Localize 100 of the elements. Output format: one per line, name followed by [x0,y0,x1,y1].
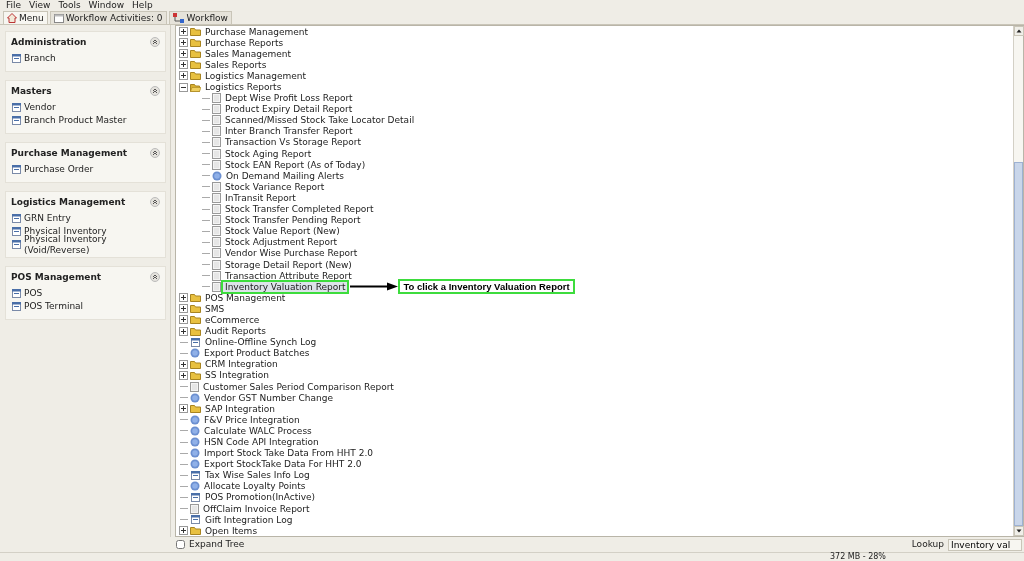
tree-item[interactable]: Stock Transfer Pending Report [223,215,363,226]
scroll-down-icon[interactable] [1014,526,1024,536]
tab[interactable]: Workflow [168,11,232,24]
section-title: Administration [11,36,87,48]
tree-item[interactable]: Audit Reports [203,326,268,337]
expand-icon[interactable] [179,49,188,59]
expand-icon[interactable] [179,359,188,369]
collapse-icon[interactable] [150,148,160,158]
tree-item[interactable]: Sales Management [203,48,294,59]
menu-link[interactable]: Purchase Order [24,164,94,175]
tree-item[interactable]: Export StockTake Data For HHT 2.0 [202,459,364,470]
menu-item[interactable]: Help [128,0,157,11]
folder-icon [190,326,201,336]
menu-link[interactable]: Physical Inventory [24,226,107,237]
tree-item[interactable]: Vendor Wise Purchase Report [223,248,360,259]
expand-tree-checkbox[interactable] [176,540,185,549]
tree-item[interactable]: Export Product Batches [202,348,312,359]
tree-item[interactable]: Dept Wise Profit Loss Report [223,93,355,104]
tree-item[interactable]: SMS [203,303,227,314]
tree-item[interactable]: Purchase Management [203,26,311,37]
tree-item[interactable]: Logistics Reports [203,82,284,92]
tree-item[interactable]: Product Expiry Detail Report [223,104,355,115]
tree-item[interactable]: POS Promotion(InActive) [203,492,318,503]
tree-item[interactable]: InTransit Report [223,192,298,203]
tree-item[interactable]: Transaction Attribute Report [223,270,354,281]
document-icon [212,181,221,192]
tree-item[interactable]: Storage Detail Report (New) [223,259,354,270]
tree-item[interactable]: Gift Integration Log [203,514,295,525]
tree-item[interactable]: SAP Integration [203,403,277,414]
menu-item[interactable]: File [2,0,26,11]
tree-item[interactable]: CRM Integration [203,359,280,370]
menu-item[interactable]: Window [84,0,129,11]
tree-item[interactable]: Stock EAN Report (As of Today) [223,159,368,170]
home-icon [7,13,17,23]
document-icon [212,137,221,148]
tree-item[interactable]: Allocate Loyalty Points [202,481,308,492]
tree-item[interactable]: Stock Aging Report [223,148,314,159]
menu-link[interactable]: Branch Product Master [24,115,127,126]
tab[interactable]: Menu [3,11,48,24]
tree-item[interactable]: Vendor GST Number Change [202,392,335,403]
tree-item[interactable]: Logistics Management [203,70,309,81]
collapse-icon[interactable] [179,82,188,92]
document-icon [190,503,199,514]
menu-item[interactable]: Tools [54,0,85,11]
collapse-icon[interactable] [150,86,160,96]
expand-icon[interactable] [179,293,188,303]
workflow-icon [172,13,185,23]
menu-link[interactable]: POS Terminal [24,301,84,312]
expand-icon[interactable] [179,370,188,380]
expand-icon[interactable] [179,60,188,70]
expand-icon[interactable] [179,27,188,37]
tree-item[interactable]: Online-Offline Synch Log [203,337,319,348]
tree-item[interactable]: POS Management [203,292,288,303]
window-icon [11,164,22,175]
tree-item[interactable]: Open Items [203,525,260,536]
scroll-up-icon[interactable] [1014,26,1024,36]
tree-item[interactable]: OffClaim Invoice Report [201,503,312,514]
callout-label: To click a Inventory Valuation Report [398,279,575,295]
tree-item[interactable]: Tax Wise Sales Info Log [203,470,312,481]
scrollbar[interactable] [1013,26,1023,536]
menu-item[interactable]: View [25,0,55,11]
document-icon [212,204,221,215]
tree-item[interactable]: HSN Code API Integration [202,437,321,447]
tree-item[interactable]: eCommerce [203,315,262,325]
tree-item[interactable]: F&V Price Integration [202,414,302,425]
tree-item[interactable]: Stock Adjustment Report [223,237,340,248]
menu-link[interactable]: Vendor [24,102,56,113]
expand-icon[interactable] [179,315,188,325]
tree-item[interactable]: Inventory Valuation Report [223,281,348,292]
tree-item[interactable]: Stock Value Report (New) [223,226,342,237]
menu-link[interactable]: POS [24,288,43,299]
tree-item[interactable]: Sales Reports [203,59,269,70]
expand-icon[interactable] [179,304,188,314]
tree-item[interactable]: Customer Sales Period Comparison Report [201,381,396,392]
tree-item[interactable]: Purchase Reports [203,37,286,48]
expand-icon[interactable] [179,404,188,414]
tree-item[interactable]: Transaction Vs Storage Report [223,137,363,148]
tree-item[interactable]: Stock Transfer Completed Report [223,204,376,215]
folder-icon [190,82,201,92]
window-icon [11,301,22,312]
menu-link[interactable]: Branch [24,53,56,64]
expand-icon[interactable] [179,326,188,336]
expand-icon[interactable] [179,38,188,48]
tree-item[interactable]: Stock Variance Report [223,181,327,192]
expand-icon[interactable] [179,526,188,536]
tree-item[interactable]: SS Integration [203,370,271,381]
lookup-field[interactable]: Inventory val [948,538,1022,551]
scroll-thumb[interactable] [1014,162,1023,526]
tree-item[interactable]: Scanned/Missed Stock Take Locator Detail [223,115,417,126]
collapse-icon[interactable] [150,272,160,282]
tree-item[interactable]: Import Stock Take Data From HHT 2.0 [202,448,376,459]
tree-item[interactable]: Inter Branch Transfer Report [223,126,355,137]
tree-item[interactable]: Calculate WALC Process [202,425,314,436]
collapse-icon[interactable] [150,37,160,47]
tab[interactable]: Workflow Activities: 0 [49,11,167,24]
tree-item[interactable]: On Demand Mailing Alerts [224,170,346,181]
expand-icon[interactable] [179,71,188,81]
menu-link[interactable]: GRN Entry [24,213,71,224]
collapse-icon[interactable] [150,197,160,207]
folder-icon [190,293,201,303]
